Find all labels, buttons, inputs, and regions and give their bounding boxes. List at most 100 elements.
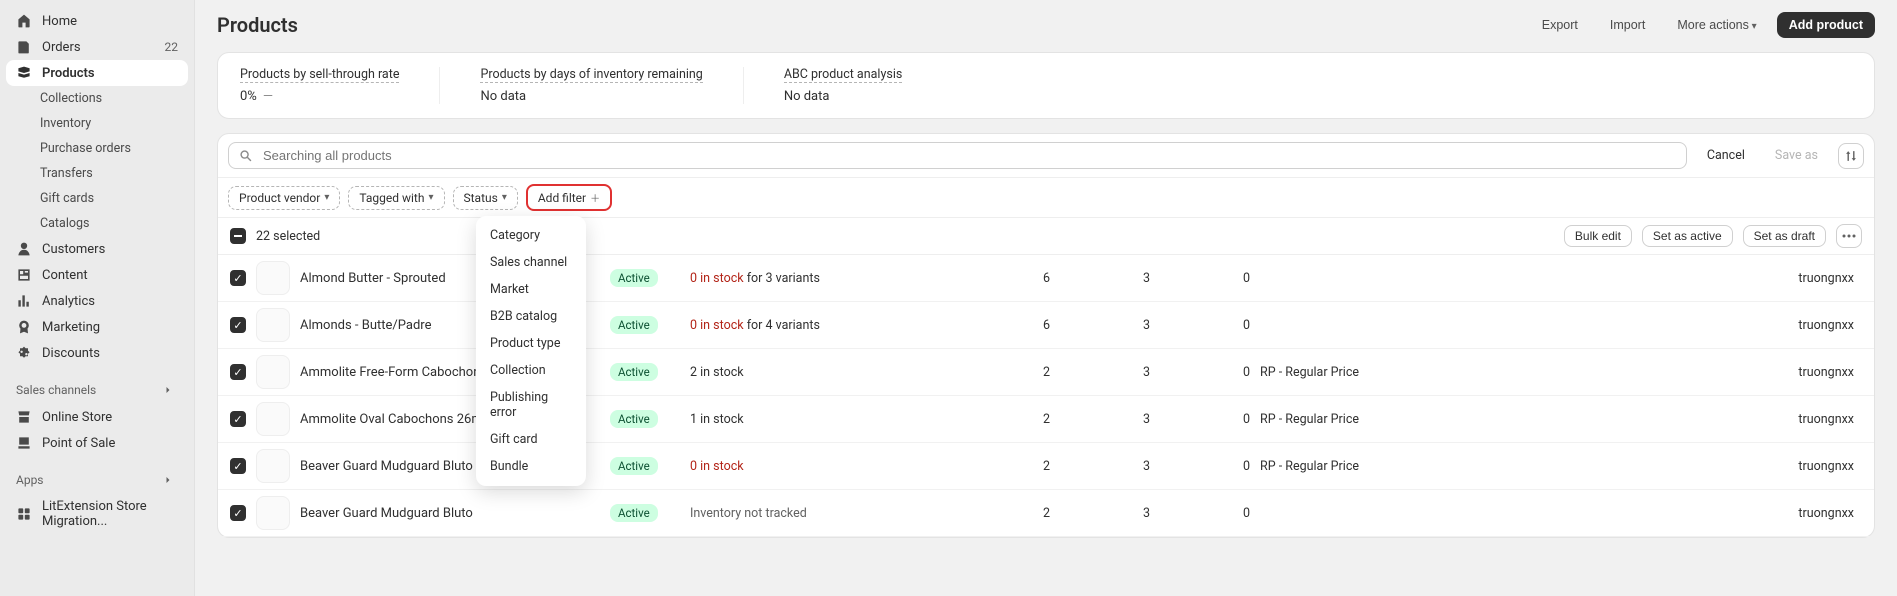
export-button[interactable]: Export	[1530, 12, 1590, 38]
sidebar-item-app[interactable]: LitExtension Store Migration...	[6, 494, 188, 534]
content-icon	[16, 267, 32, 283]
sidebar-item-label: Content	[42, 268, 178, 283]
apps-label: Apps	[16, 473, 44, 487]
search-input[interactable]	[261, 147, 1676, 164]
cancel-button[interactable]: Cancel	[1697, 144, 1755, 167]
metric-abc[interactable]: ABC product analysis No data	[784, 67, 943, 104]
num-cell-3: 0	[1160, 412, 1250, 427]
row-checkbox[interactable]	[230, 458, 246, 474]
marketing-icon	[16, 319, 32, 335]
sidebar-item-point-of-sale[interactable]: Point of Sale	[6, 430, 188, 456]
num-cell-1: 2	[960, 365, 1050, 380]
discounts-icon	[16, 345, 32, 361]
table-row[interactable]: Ammolite Free-Form Cabochons Active 2 in…	[218, 349, 1874, 396]
status-cell: Active	[610, 363, 680, 381]
add-filter-button[interactable]: Add filter＋	[526, 184, 612, 211]
filter-option-gift-card[interactable]: Gift card	[476, 426, 586, 453]
filter-option-category[interactable]: Category	[476, 222, 586, 249]
table-row[interactable]: Beaver Guard Mudguard Bluto Active 0 in …	[218, 443, 1874, 490]
stock-cell: 0 in stock	[690, 459, 950, 474]
metric-value: No data	[784, 89, 903, 104]
stock-cell: 0 in stock for 3 variants	[690, 271, 950, 286]
filter-option-publishing-error[interactable]: Publishing error	[476, 384, 586, 426]
sidebar-item-inventory[interactable]: Inventory	[6, 111, 188, 136]
table-row[interactable]: Almond Butter - Sprouted Active 0 in sto…	[218, 255, 1874, 302]
bulk-edit-button[interactable]: Bulk edit	[1564, 225, 1632, 247]
filter-option-bundle[interactable]: Bundle	[476, 453, 586, 480]
sort-button[interactable]	[1838, 143, 1864, 169]
row-checkbox[interactable]	[230, 317, 246, 333]
main-content: Products Export Import More actions Add …	[195, 0, 1897, 596]
selection-count: 22 selected	[256, 229, 320, 244]
app-icon	[16, 506, 32, 522]
table-row[interactable]: Ammolite Oval Cabochons 26mm Active 1 in…	[218, 396, 1874, 443]
filter-option-b2b-catalog[interactable]: B2B catalog	[476, 303, 586, 330]
sidebar-item-label: LitExtension Store Migration...	[42, 499, 178, 529]
sidebar-item-gift-cards[interactable]: Gift cards	[6, 186, 188, 211]
customers-icon	[16, 241, 32, 257]
sidebar-item-content[interactable]: Content	[6, 262, 188, 288]
filter-option-market[interactable]: Market	[476, 276, 586, 303]
metric-sell-through[interactable]: Products by sell-through rate 0%—	[240, 67, 440, 104]
filter-product-vendor[interactable]: Product vendor▾	[228, 186, 340, 210]
filter-status[interactable]: Status▾	[453, 186, 518, 210]
product-name[interactable]: Beaver Guard Mudguard Bluto	[300, 506, 600, 521]
sidebar-item-discounts[interactable]: Discounts	[6, 340, 188, 366]
metric-days-inventory[interactable]: Products by days of inventory remaining …	[480, 67, 743, 104]
chevron-right-icon[interactable]	[158, 380, 178, 400]
select-all-checkbox[interactable]	[230, 228, 246, 244]
sidebar-item-collections[interactable]: Collections	[6, 86, 188, 111]
filter-option-product-type[interactable]: Product type	[476, 330, 586, 357]
analytics-icon	[16, 293, 32, 309]
status-cell: Active	[610, 457, 680, 475]
status-badge: Active	[610, 410, 658, 428]
num-cell-1: 2	[960, 506, 1050, 521]
chevron-right-icon[interactable]	[158, 470, 178, 490]
sidebar-item-label: Marketing	[42, 320, 178, 335]
add-product-button[interactable]: Add product	[1777, 12, 1875, 38]
more-actions-button[interactable]: More actions	[1665, 12, 1768, 38]
row-checkbox[interactable]	[230, 411, 246, 427]
sidebar-item-label: Catalogs	[40, 216, 178, 231]
table-row[interactable]: Almonds - Butte/Padre Active 0 in stock …	[218, 302, 1874, 349]
row-checkbox[interactable]	[230, 270, 246, 286]
sidebar-item-online-store[interactable]: Online Store	[6, 404, 188, 430]
sidebar-item-label: Point of Sale	[42, 436, 178, 451]
vendor-cell: truongnxx	[1430, 365, 1862, 380]
search-box[interactable]	[228, 142, 1687, 169]
chevron-down-icon: ▾	[324, 192, 329, 203]
sidebar-item-label: Orders	[42, 40, 155, 55]
more-bulk-actions-button[interactable]	[1836, 224, 1862, 248]
save-as-button[interactable]: Save as	[1765, 144, 1828, 167]
product-thumbnail	[256, 308, 290, 342]
filter-tagged-with[interactable]: Tagged with▾	[348, 186, 444, 210]
product-thumbnail	[256, 402, 290, 436]
sidebar-item-analytics[interactable]: Analytics	[6, 288, 188, 314]
table-row[interactable]: Beaver Guard Mudguard Bluto Active Inven…	[218, 490, 1874, 537]
sidebar-item-home[interactable]: Home	[6, 8, 188, 34]
stock-cell: Inventory not tracked	[690, 506, 950, 521]
sidebar-item-orders[interactable]: Orders 22	[6, 34, 188, 60]
num-cell-1: 2	[960, 412, 1050, 427]
sidebar-item-purchase-orders[interactable]: Purchase orders	[6, 136, 188, 161]
row-checkbox[interactable]	[230, 364, 246, 380]
sidebar-item-customers[interactable]: Customers	[6, 236, 188, 262]
sidebar-item-catalogs[interactable]: Catalogs	[6, 211, 188, 236]
sidebar-item-products[interactable]: Products	[6, 60, 188, 86]
home-icon	[16, 13, 32, 29]
filter-option-sales-channel[interactable]: Sales channel	[476, 249, 586, 276]
sidebar-item-label: Discounts	[42, 346, 178, 361]
import-button[interactable]: Import	[1598, 12, 1657, 38]
set-active-button[interactable]: Set as active	[1642, 225, 1733, 247]
page-title: Products	[217, 13, 298, 37]
filter-option-collection[interactable]: Collection	[476, 357, 586, 384]
sidebar: Home Orders 22 Products Collections Inve…	[0, 0, 195, 596]
sidebar-item-label: Purchase orders	[40, 141, 178, 156]
sidebar-item-marketing[interactable]: Marketing	[6, 314, 188, 340]
row-checkbox[interactable]	[230, 505, 246, 521]
metric-value: 0%—	[240, 89, 399, 104]
status-cell: Active	[610, 410, 680, 428]
set-draft-button[interactable]: Set as draft	[1743, 225, 1826, 247]
vendor-cell: truongnxx	[1430, 412, 1862, 427]
sidebar-item-transfers[interactable]: Transfers	[6, 161, 188, 186]
